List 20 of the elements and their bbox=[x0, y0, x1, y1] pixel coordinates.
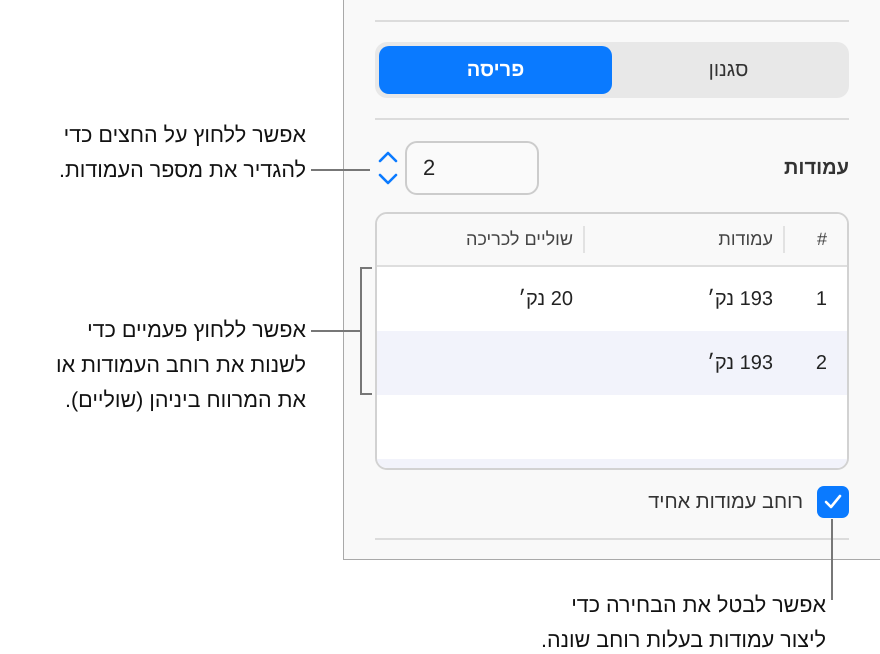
leader-line bbox=[311, 169, 370, 171]
columns-label: עמודות bbox=[784, 156, 849, 181]
tab[interactable]: סגנון bbox=[612, 46, 845, 94]
checkbox-label: רוחב עמודות אחיד bbox=[648, 490, 803, 515]
callout-text: אפשר ללחוץ פעמיים כדי לשנות את רוחב העמודות או את המרווח ביניהן (שוליים). bbox=[55, 317, 306, 414]
leader-line bbox=[311, 330, 361, 332]
table-cell[interactable]: 193 נק׳ bbox=[707, 288, 773, 310]
checkbox[interactable] bbox=[817, 486, 849, 518]
checkmark-icon bbox=[824, 494, 842, 510]
column-header: שוליים לכריכה bbox=[465, 228, 574, 251]
callout-text: אפשר ללחוץ על החצים כדי להגדיר את מספר העמודות. bbox=[58, 122, 306, 184]
table-cell[interactable]: 20 נק׳ bbox=[518, 288, 573, 310]
tab[interactable]: פריסה bbox=[379, 46, 612, 94]
columns-count-field[interactable]: 2 bbox=[405, 141, 539, 195]
column-header: עמודות bbox=[583, 226, 783, 253]
table-cell[interactable]: 2 bbox=[816, 352, 827, 374]
table-cell[interactable]: 193 נק׳ bbox=[707, 352, 773, 374]
table-cell[interactable]: 1 bbox=[816, 288, 827, 310]
column-header: # bbox=[783, 226, 847, 253]
callout-text: אפשר לבטל את הבחירה כדי ליצור עמודות בעלות רוחב שונה. bbox=[540, 592, 826, 654]
